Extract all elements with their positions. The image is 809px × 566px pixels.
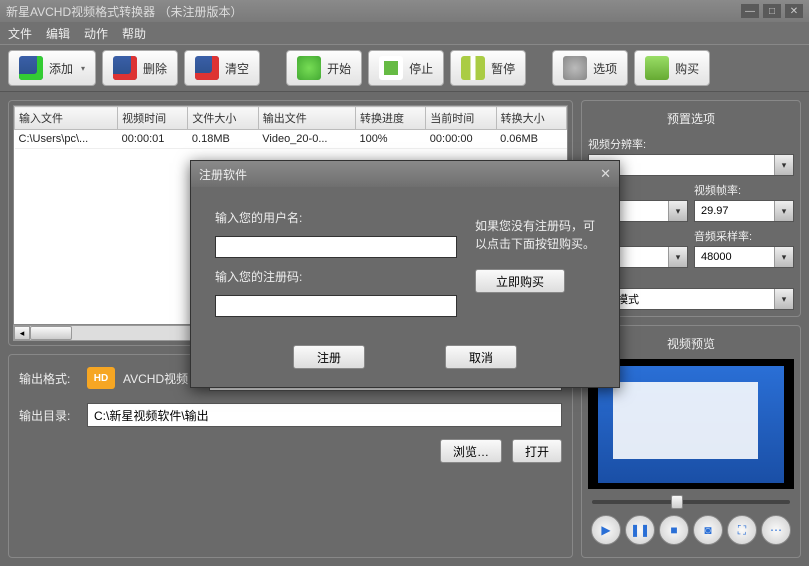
refresh-icon [297,56,321,80]
buy-now-button[interactable]: 立即购买 [475,269,565,293]
slider-knob[interactable] [671,495,683,509]
col-vtime[interactable]: 视频时间 [118,107,188,130]
film-delete-icon [113,56,137,80]
col-fsize[interactable]: 文件大小 [188,107,258,130]
seek-slider[interactable] [588,493,794,511]
col-csize[interactable]: 转换大小 [496,107,566,130]
menu-action[interactable]: 动作 [84,25,108,42]
stop-button[interactable]: 停止 [368,50,444,86]
asr-label: 音频采样率: [694,228,794,244]
film-add-icon [19,56,43,80]
pause-icon [461,56,485,80]
hd-icon: HD [87,367,115,389]
scroll-left-icon[interactable]: ◂ [14,326,30,340]
snapshot-button[interactable]: ◙ [693,515,723,545]
fps-label: 视频帧率: [694,182,794,198]
maximize-button[interactable]: □ [763,4,781,18]
cancel-button[interactable]: 取消 [445,345,517,369]
start-button[interactable]: 开始 [286,50,362,86]
format-category: AVCHD视频 [123,370,188,387]
table-row[interactable]: C:\Users\pc\... 00:00:01 0.18MB Video_20… [15,130,567,149]
regcode-label: 输入您的注册码: [215,268,457,285]
dialog-close-icon[interactable]: ✕ [600,166,611,182]
browse-button[interactable]: 浏览… [440,439,502,463]
window-title: 新星AVCHD视频格式转换器 （未注册版本） [6,3,242,20]
clear-button[interactable]: 清空 [184,50,260,86]
play-button[interactable]: ▶ [591,515,621,545]
output-dir-label: 输出目录: [19,407,79,424]
chevron-down-icon: ▾ [81,64,85,73]
minimize-button[interactable]: — [741,4,759,18]
col-curtime[interactable]: 当前时间 [426,107,496,130]
preset-title: 预置选项 [588,107,794,130]
pause-button[interactable]: 暂停 [450,50,526,86]
username-label: 输入您的用户名: [215,209,457,226]
menu-file[interactable]: 文件 [8,25,32,42]
media-pause-button[interactable]: ❚❚ [625,515,655,545]
dialog-title: 注册软件 [199,166,247,183]
username-input[interactable] [215,236,457,258]
film-clear-icon [195,56,219,80]
menu-bar: 文件 编辑 动作 帮助 [0,22,809,44]
stop-icon [379,56,403,80]
dialog-titlebar[interactable]: 注册软件 ✕ [191,161,619,187]
toolbar: 添加▾ 删除 清空 开始 停止 暂停 选项 购买 [0,44,809,92]
scroll-thumb[interactable] [30,326,72,340]
media-stop-button[interactable]: ■ [659,515,689,545]
menu-edit[interactable]: 编辑 [46,25,70,42]
register-button[interactable]: 注册 [293,345,365,369]
asr-select[interactable]: 48000 [694,246,794,268]
open-button[interactable]: 打开 [512,439,562,463]
dialog-hint: 如果您没有注册码，可以点击下面按钮购买。 [475,217,595,253]
delete-button[interactable]: 删除 [102,50,178,86]
fps-select[interactable]: 29.97 [694,200,794,222]
options-button[interactable]: 选项 [552,50,628,86]
col-input[interactable]: 输入文件 [15,107,118,130]
close-button[interactable]: ✕ [785,4,803,18]
more-button[interactable]: ⋯ [761,515,791,545]
resolution-label: 视频分辨率: [588,136,794,152]
window-controls: — □ ✕ [741,4,803,18]
output-dir-input[interactable] [87,403,562,427]
output-format-label: 输出格式: [19,370,79,387]
menu-help[interactable]: 帮助 [122,25,146,42]
buy-button[interactable]: 购买 [634,50,710,86]
title-bar: 新星AVCHD视频格式转换器 （未注册版本） — □ ✕ [0,0,809,22]
regcode-input[interactable] [215,295,457,317]
fullscreen-button[interactable]: ⛶ [727,515,757,545]
register-dialog: 注册软件 ✕ 输入您的用户名: 输入您的注册码: 如果您没有注册码，可以点击下面… [190,160,620,388]
gear-icon [563,56,587,80]
col-output[interactable]: 输出文件 [258,107,355,130]
col-progress[interactable]: 转换进度 [355,107,425,130]
cart-icon [645,56,669,80]
add-button[interactable]: 添加▾ [8,50,96,86]
